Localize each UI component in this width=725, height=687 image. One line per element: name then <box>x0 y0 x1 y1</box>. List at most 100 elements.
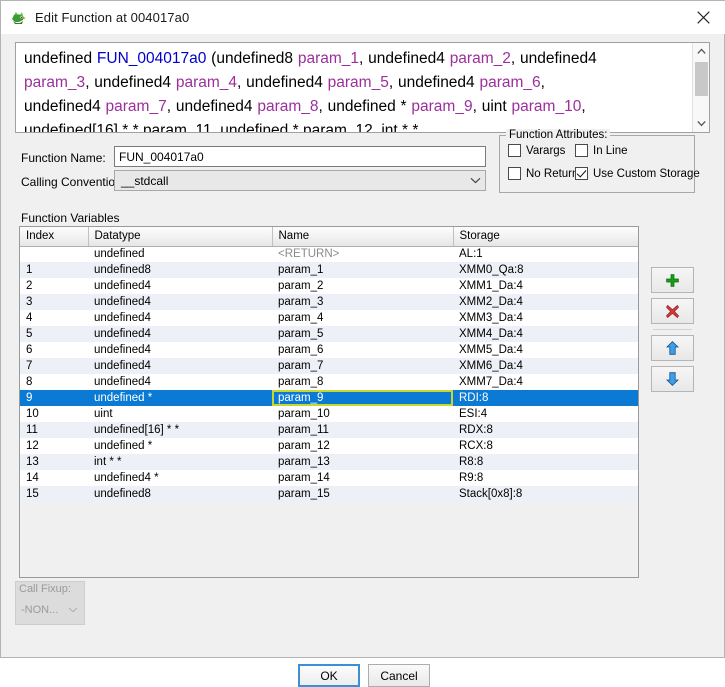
close-icon[interactable] <box>680 1 725 33</box>
table-row[interactable]: 3undefined4param_3XMM2_Da:4 <box>20 294 638 310</box>
column-header-name[interactable]: Name <box>272 227 453 246</box>
table-row[interactable]: 6undefined4param_6XMM5_Da:4 <box>20 342 638 358</box>
cell-index[interactable]: 7 <box>20 358 88 374</box>
checkbox-use-custom-storage[interactable]: Use Custom Storage <box>575 167 700 180</box>
column-header-datatype[interactable]: Datatype <box>88 227 272 246</box>
cell-storage[interactable]: XMM0_Qa:8 <box>453 262 638 278</box>
cell-name[interactable]: param_3 <box>272 294 453 310</box>
cell-index[interactable]: 10 <box>20 406 88 422</box>
checkbox-in-line[interactable]: In Line <box>575 144 628 157</box>
cell-datatype[interactable]: undefined4 <box>88 342 272 358</box>
cell-name[interactable]: param_14 <box>272 470 453 486</box>
cell-storage[interactable]: ESI:4 <box>453 406 638 422</box>
column-header-storage[interactable]: Storage <box>453 227 638 246</box>
table-row[interactable]: 13int * *param_13R8:8 <box>20 454 638 470</box>
table-row[interactable]: 10uintparam_10ESI:4 <box>20 406 638 422</box>
cell-index[interactable]: 15 <box>20 486 88 502</box>
cell-index[interactable]: 8 <box>20 374 88 390</box>
table-row[interactable]: 12undefined *param_12RCX:8 <box>20 438 638 454</box>
cell-index[interactable] <box>20 246 88 262</box>
cell-name[interactable]: param_13 <box>272 454 453 470</box>
cell-storage[interactable]: XMM5_Da:4 <box>453 342 638 358</box>
cell-index[interactable]: 14 <box>20 470 88 486</box>
column-header-index[interactable]: Index <box>20 227 88 246</box>
cell-datatype[interactable]: undefined4 <box>88 310 272 326</box>
move-up-button[interactable] <box>651 335 694 361</box>
cell-name[interactable]: param_11 <box>272 422 453 438</box>
cell-index[interactable]: 1 <box>20 262 88 278</box>
cell-datatype[interactable]: undefined8 <box>88 486 272 502</box>
cell-storage[interactable]: AL:1 <box>453 246 638 262</box>
table-row[interactable]: 11undefined[16] * *param_11RDX:8 <box>20 422 638 438</box>
cell-index[interactable]: 4 <box>20 310 88 326</box>
cell-storage[interactable]: XMM1_Da:4 <box>453 278 638 294</box>
checkbox-varargs[interactable]: Varargs <box>508 144 565 157</box>
ok-button[interactable]: OK <box>298 664 360 687</box>
cell-storage[interactable]: XMM4_Da:4 <box>453 326 638 342</box>
cell-name[interactable]: param_4 <box>272 310 453 326</box>
table-row[interactable]: 8undefined4param_8XMM7_Da:4 <box>20 374 638 390</box>
cell-datatype[interactable]: undefined8 <box>88 262 272 278</box>
add-variable-button[interactable] <box>651 267 694 293</box>
table-row[interactable]: 1undefined8param_1XMM0_Qa:8 <box>20 262 638 278</box>
cell-name[interactable]: param_12 <box>272 438 453 454</box>
cell-name[interactable]: param_10 <box>272 406 453 422</box>
cell-storage[interactable]: R8:8 <box>453 454 638 470</box>
cell-name[interactable]: param_2 <box>272 278 453 294</box>
cell-datatype[interactable]: undefined4 <box>88 326 272 342</box>
cell-name[interactable]: param_15 <box>272 486 453 502</box>
cell-index[interactable]: 9 <box>20 390 88 406</box>
cell-storage[interactable]: RCX:8 <box>453 438 638 454</box>
table-row[interactable]: 4undefined4param_4XMM3_Da:4 <box>20 310 638 326</box>
cell-storage[interactable]: Stack[0x8]:8 <box>453 486 638 502</box>
cell-index[interactable]: 3 <box>20 294 88 310</box>
cell-datatype[interactable]: undefined4 * <box>88 470 272 486</box>
cell-storage[interactable]: R9:8 <box>453 470 638 486</box>
scroll-down-icon[interactable] <box>693 115 710 132</box>
table-row[interactable]: 15undefined8param_15Stack[0x8]:8 <box>20 486 638 502</box>
cell-name[interactable]: <RETURN> <box>272 246 453 262</box>
cell-datatype[interactable]: undefined * <box>88 390 272 406</box>
checkbox-no-return[interactable]: No Return <box>508 167 578 180</box>
cell-storage[interactable]: XMM7_Da:4 <box>453 374 638 390</box>
cancel-button[interactable]: Cancel <box>368 664 430 687</box>
signature-scrollbar[interactable] <box>692 43 709 132</box>
cell-name[interactable]: param_7 <box>272 358 453 374</box>
cell-index[interactable]: 12 <box>20 438 88 454</box>
cell-datatype[interactable]: uint <box>88 406 272 422</box>
table-row[interactable]: undefined<RETURN>AL:1 <box>20 246 638 262</box>
cell-storage[interactable]: RDI:8 <box>453 390 638 406</box>
calling-convention-select[interactable]: __stdcall <box>114 170 486 191</box>
cell-name[interactable]: param_5 <box>272 326 453 342</box>
remove-variable-button[interactable] <box>651 298 694 324</box>
table-row[interactable]: 9undefined *param_9RDI:8 <box>20 390 638 406</box>
scrollbar-thumb[interactable] <box>695 62 708 96</box>
cell-index[interactable]: 5 <box>20 326 88 342</box>
cell-datatype[interactable]: undefined4 <box>88 278 272 294</box>
scroll-up-icon[interactable] <box>693 43 710 60</box>
cell-name[interactable]: param_6 <box>272 342 453 358</box>
cell-name[interactable]: param_1 <box>272 262 453 278</box>
cell-datatype[interactable]: undefined <box>88 246 272 262</box>
cell-datatype[interactable]: undefined4 <box>88 294 272 310</box>
table-row[interactable]: 2undefined4param_2XMM1_Da:4 <box>20 278 638 294</box>
table-row[interactable]: 14undefined4 *param_14R9:8 <box>20 470 638 486</box>
cell-datatype[interactable]: undefined * <box>88 438 272 454</box>
cell-storage[interactable]: XMM6_Da:4 <box>453 358 638 374</box>
cell-index[interactable]: 13 <box>20 454 88 470</box>
cell-datatype[interactable]: undefined4 <box>88 374 272 390</box>
cell-index[interactable]: 11 <box>20 422 88 438</box>
cell-storage[interactable]: RDX:8 <box>453 422 638 438</box>
cell-index[interactable]: 6 <box>20 342 88 358</box>
cell-datatype[interactable]: int * * <box>88 454 272 470</box>
move-down-button[interactable] <box>651 366 694 392</box>
table-row[interactable]: 7undefined4param_7XMM6_Da:4 <box>20 358 638 374</box>
cell-index[interactable]: 2 <box>20 278 88 294</box>
function-name-input[interactable] <box>114 146 486 167</box>
table-row[interactable]: 5undefined4param_5XMM4_Da:4 <box>20 326 638 342</box>
cell-name[interactable]: param_8 <box>272 374 453 390</box>
cell-datatype[interactable]: undefined[16] * * <box>88 422 272 438</box>
cell-datatype[interactable]: undefined4 <box>88 358 272 374</box>
cell-storage[interactable]: XMM3_Da:4 <box>453 310 638 326</box>
cell-storage[interactable]: XMM2_Da:4 <box>453 294 638 310</box>
